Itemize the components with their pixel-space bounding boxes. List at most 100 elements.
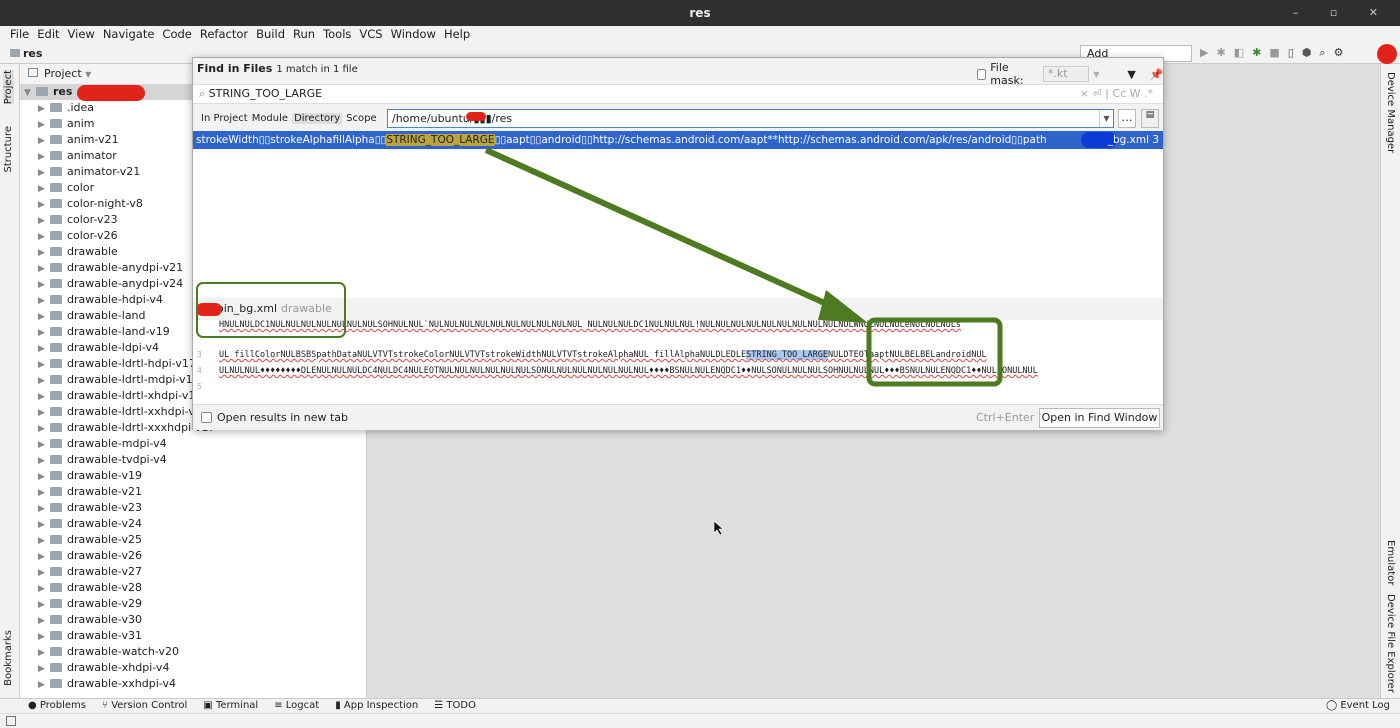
tab-version-control[interactable]: ⑂ Version Control: [102, 699, 187, 713]
device-manager-icon[interactable]: ▯: [1288, 46, 1294, 60]
chevron-down-icon[interactable]: ▼: [1093, 70, 1099, 79]
preview-pane[interactable]: 3 4 5 HNULNULDC1NULNULNULNULNULNULNULSOHNU…: [193, 320, 1163, 404]
open-in-find-window-button[interactable]: Open in Find Window: [1039, 408, 1160, 428]
tree-item[interactable]: ▶ drawable-mdpi-v4: [20, 436, 366, 452]
menu-build[interactable]: Build: [252, 26, 289, 44]
menu-file[interactable]: File: [6, 26, 33, 44]
menu-tools[interactable]: Tools: [319, 26, 355, 44]
tree-item[interactable]: ▶ drawable-v19: [20, 468, 366, 484]
tool-device-manager[interactable]: Device Manager: [1385, 72, 1396, 153]
folder-icon: [50, 407, 62, 416]
match-summary: 1 match in 1 file: [276, 64, 358, 75]
tree-item-label: color-v26: [67, 229, 118, 242]
tree-item[interactable]: ▶ drawable-v26: [20, 548, 366, 564]
chevron-right-icon: ▶: [38, 408, 45, 418]
window-controls[interactable]: – ▫ ✕: [1293, 0, 1392, 26]
scope-scope[interactable]: Scope: [346, 113, 376, 124]
debug-icon[interactable]: ✱: [1216, 46, 1225, 60]
folder-icon: [50, 103, 62, 112]
search-input[interactable]: STRING_TOO_LARGE: [209, 87, 322, 100]
tool-structure[interactable]: Structure: [3, 126, 14, 173]
chevron-right-icon: ▶: [38, 600, 45, 610]
menu-edit[interactable]: Edit: [33, 26, 63, 44]
browse-button[interactable]: …: [1118, 109, 1136, 128]
redaction-mark: [77, 85, 145, 101]
tree-item[interactable]: ▶ drawable-v31: [20, 628, 366, 644]
breadcrumb[interactable]: res: [10, 47, 42, 60]
chevron-right-icon: ▶: [38, 392, 45, 402]
tree-item-label: drawable-v27: [67, 565, 142, 578]
avatar[interactable]: [1377, 44, 1397, 64]
menu-window[interactable]: Window: [387, 26, 440, 44]
menu-view[interactable]: View: [64, 26, 99, 44]
gear-icon[interactable]: ⚙: [1334, 46, 1344, 60]
layout-icon[interactable]: [6, 716, 16, 726]
tree-item[interactable]: ▶ drawable-xhdpi-v4: [20, 660, 366, 676]
chevron-right-icon: ▶: [38, 120, 45, 130]
tree-item[interactable]: ▶ drawable-v28: [20, 580, 366, 596]
tab-label: TODO: [446, 700, 476, 711]
tree-item-label: drawable-anydpi-v24: [67, 277, 184, 290]
scope-directory[interactable]: Directory: [292, 113, 343, 124]
event-log-button[interactable]: ◯ Event Log: [1326, 699, 1390, 713]
open-new-tab-label[interactable]: Open results in new tab: [217, 411, 348, 424]
tool-device-file-explorer[interactable]: Device File Explorer: [1385, 594, 1396, 693]
tree-item[interactable]: ▶ drawable-v29: [20, 596, 366, 612]
list-icon: ☰: [434, 700, 447, 711]
directory-input[interactable]: /home/ubuntu/▮▮▮/res ▼: [387, 109, 1114, 128]
folder-icon: [50, 391, 62, 400]
chevron-right-icon: ▶: [38, 536, 45, 546]
tree-item-label: drawable-v26: [67, 549, 142, 562]
run-icon[interactable]: ▶: [1200, 46, 1208, 60]
sdk-manager-icon[interactable]: ⬢: [1302, 46, 1312, 60]
search-icon[interactable]: ⌕: [1319, 46, 1325, 60]
tree-item[interactable]: ▶ drawable-v30: [20, 612, 366, 628]
tab-app-inspection[interactable]: ▮ App Inspection: [335, 699, 418, 713]
tab-logcat[interactable]: ≡ Logcat: [274, 699, 319, 713]
redaction-mark: [196, 303, 222, 316]
file-mask-checkbox[interactable]: [977, 68, 987, 80]
menu-run[interactable]: Run: [289, 26, 319, 44]
tree-item[interactable]: ▶ drawable-tvdpi-v4: [20, 452, 366, 468]
tool-emulator[interactable]: Emulator: [1385, 540, 1396, 585]
preview-match: STRING_TOO_LARGE: [746, 350, 828, 360]
result-match: STRING_TOO_LARGE: [386, 134, 495, 146]
tree-item[interactable]: ▶ drawable-v27: [20, 564, 366, 580]
chevron-down-icon[interactable]: ▼: [1099, 110, 1113, 127]
tool-bookmarks[interactable]: Bookmarks: [3, 630, 14, 686]
scope-in-project[interactable]: In Project: [201, 113, 248, 124]
search-options[interactable]: × ⏎ | Cc W .*: [1080, 85, 1153, 103]
chevron-right-icon: ▶: [38, 440, 45, 450]
tool-project[interactable]: Project: [3, 70, 14, 105]
filter-icon[interactable]: ▼: [1127, 68, 1135, 81]
open-new-tab-checkbox[interactable]: [201, 412, 212, 423]
tab-problems[interactable]: ● Problems: [28, 699, 86, 713]
tab-terminal[interactable]: ▣ Terminal: [203, 699, 258, 713]
menu-code[interactable]: Code: [158, 26, 195, 44]
scope-module[interactable]: Module: [252, 113, 288, 124]
tree-item[interactable]: ▶ drawable-v24: [20, 516, 366, 532]
menu-help[interactable]: Help: [440, 26, 474, 44]
stop-icon[interactable]: ■: [1269, 46, 1279, 60]
tree-item[interactable]: ▶ drawable-xxhdpi-v4: [20, 676, 366, 692]
file-mask-input[interactable]: *.kt: [1042, 66, 1090, 82]
recursive-toggle[interactable]: ▤: [1141, 109, 1159, 128]
menu-navigate[interactable]: Navigate: [99, 26, 159, 44]
chevron-right-icon: ▶: [38, 504, 45, 514]
search-field[interactable]: ⌕ STRING_TOO_LARGE × ⏎ | Cc W .*: [193, 84, 1163, 104]
chevron-right-icon: ▶: [38, 616, 45, 626]
tree-item[interactable]: ▶ drawable-v23: [20, 500, 366, 516]
title-bar: res – ▫ ✕: [0, 0, 1400, 26]
menu-refactor[interactable]: Refactor: [196, 26, 252, 44]
result-row[interactable]: strokeWidth▯▯strokeAlphafillAlpha▯▯STRIN…: [193, 131, 1163, 149]
menu-vcs[interactable]: VCS: [355, 26, 386, 44]
chevron-right-icon: ▶: [38, 200, 45, 210]
tree-item[interactable]: ▶ drawable-v25: [20, 532, 366, 548]
tree-item[interactable]: ▶ drawable-v21: [20, 484, 366, 500]
tree-item[interactable]: ▶ drawable-watch-v20: [20, 644, 366, 660]
profile-icon[interactable]: ◧: [1234, 46, 1244, 60]
pin-icon[interactable]: 📌: [1150, 68, 1164, 81]
tab-todo[interactable]: ☰ TODO: [434, 699, 476, 713]
problems-icon: ●: [28, 700, 40, 711]
attach-debugger-icon[interactable]: ✱: [1252, 46, 1261, 60]
